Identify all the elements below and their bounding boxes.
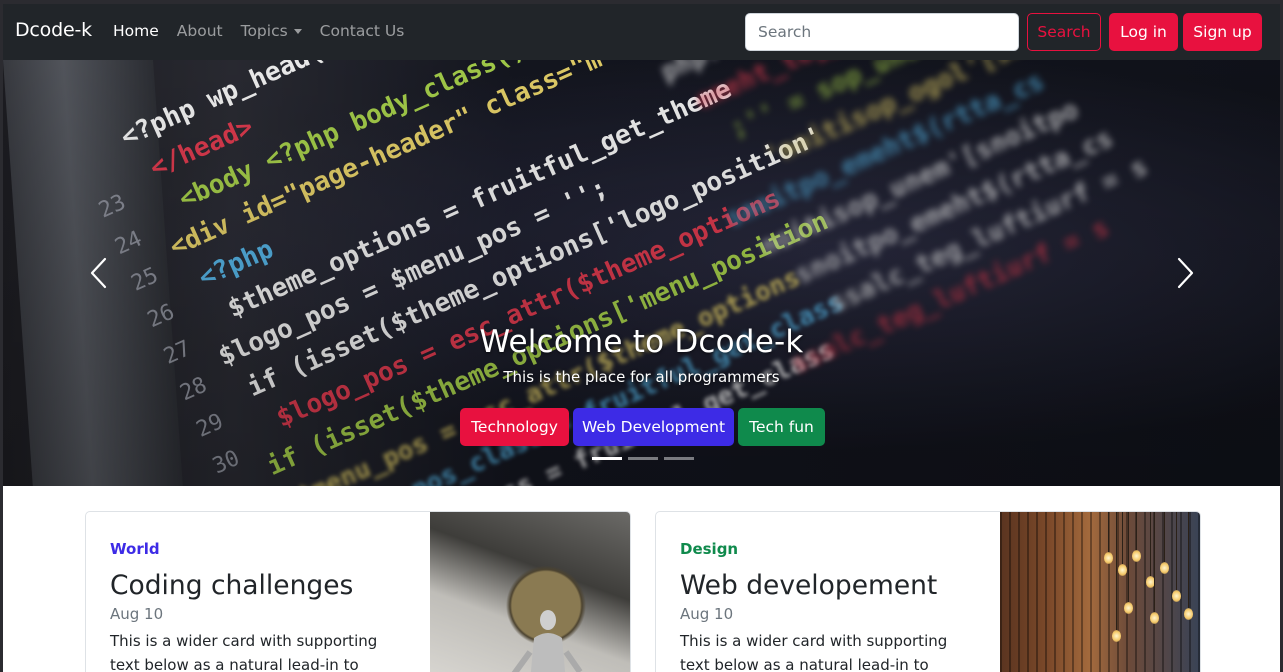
card-category: Design xyxy=(680,540,739,558)
card-date: Aug 10 xyxy=(680,605,734,623)
light-bulb-icon xyxy=(1104,552,1113,564)
carousel-indicator-3[interactable] xyxy=(664,457,694,460)
light-bulb-icon xyxy=(1118,564,1127,576)
light-bulb-icon xyxy=(1124,602,1133,614)
carousel-indicator-2[interactable] xyxy=(628,457,658,460)
bulb-wire xyxy=(1128,512,1129,602)
bulb-wire xyxy=(1176,512,1177,590)
bulb-wire xyxy=(1136,512,1137,550)
page: Dcode-k Home About Topics Contact Us Sea… xyxy=(3,4,1280,672)
card-category: World xyxy=(110,540,160,558)
top-navbar: Dcode-k Home About Topics Contact Us Sea… xyxy=(3,4,1280,60)
hero-title: Welcome to Dcode-k xyxy=(479,324,804,360)
light-bulb-icon xyxy=(1150,612,1159,624)
bulb-wire xyxy=(1116,512,1117,630)
card-text: This is a wider card with supporting tex… xyxy=(680,632,948,672)
card-text: This is a wider card with supporting tex… xyxy=(110,632,378,672)
light-bulb-icon xyxy=(1112,630,1121,642)
hero-carousel: <?php wp_head(); ?> >? ;)(daeh_pw php?<<… xyxy=(3,60,1280,486)
light-bulb-icon xyxy=(1160,562,1169,574)
card-title: Web developement xyxy=(680,570,938,601)
carousel-indicators xyxy=(592,457,694,460)
search-input[interactable] xyxy=(745,13,1019,51)
bulb-wire xyxy=(1154,512,1155,612)
bulb-wire xyxy=(1108,512,1109,552)
nav-link-home[interactable]: Home xyxy=(113,22,159,40)
tech-fun-button[interactable]: Tech fun xyxy=(738,408,825,446)
card-image-library xyxy=(1000,512,1200,672)
light-bulb-icon xyxy=(1184,608,1193,620)
card-body: World Coding challenges Aug 10 This is a… xyxy=(110,540,410,672)
search-button[interactable]: Search xyxy=(1027,13,1101,51)
signup-button[interactable]: Sign up xyxy=(1183,13,1262,51)
bulb-wire xyxy=(1122,512,1123,564)
carousel-next-button[interactable] xyxy=(1173,256,1197,290)
nav-links: Home About Topics Contact Us xyxy=(113,22,422,40)
carousel-caption: Welcome to Dcode-k This is the place for… xyxy=(3,324,1280,386)
nav-dropdown-topics-label: Topics xyxy=(240,22,288,40)
web-development-button[interactable]: Web Development xyxy=(573,408,734,446)
nav-dropdown-topics[interactable]: Topics xyxy=(241,22,302,40)
nav-link-contact[interactable]: Contact Us xyxy=(320,22,405,40)
chevron-right-icon xyxy=(1177,257,1194,289)
nav-link-about[interactable]: About xyxy=(177,22,223,40)
bulb-wire xyxy=(1150,512,1151,576)
carousel-prev-button[interactable] xyxy=(87,256,111,290)
light-bulb-icon xyxy=(1132,550,1141,562)
bulb-wire xyxy=(1164,512,1165,562)
post-card[interactable]: World Coding challenges Aug 10 This is a… xyxy=(85,511,631,672)
bulb-wire xyxy=(1188,512,1189,608)
card-image-sculpture xyxy=(430,512,630,672)
technology-button[interactable]: Technology xyxy=(460,408,569,446)
brand-logo[interactable]: Dcode-k xyxy=(15,19,92,41)
login-button[interactable]: Log in xyxy=(1109,13,1178,51)
hero-subtitle: This is the place for all programmers xyxy=(503,368,780,386)
card-title: Coding challenges xyxy=(110,570,354,601)
card-body: Design Web developement Aug 10 This is a… xyxy=(680,540,980,672)
post-card[interactable]: Design Web developement Aug 10 This is a… xyxy=(655,511,1201,672)
card-date: Aug 10 xyxy=(110,605,164,623)
carousel-indicator-1[interactable] xyxy=(592,457,622,460)
light-bulb-icon xyxy=(1172,590,1181,602)
caret-down-icon xyxy=(293,28,302,34)
sculpture-figure-icon xyxy=(511,610,583,672)
chevron-left-icon xyxy=(90,257,107,289)
